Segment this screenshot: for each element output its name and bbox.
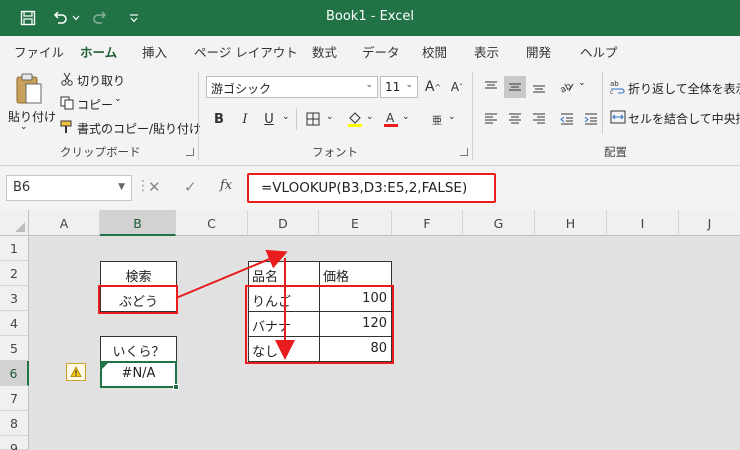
arrow-to-range bbox=[175, 249, 288, 299]
annotation-arrows bbox=[175, 249, 295, 360]
